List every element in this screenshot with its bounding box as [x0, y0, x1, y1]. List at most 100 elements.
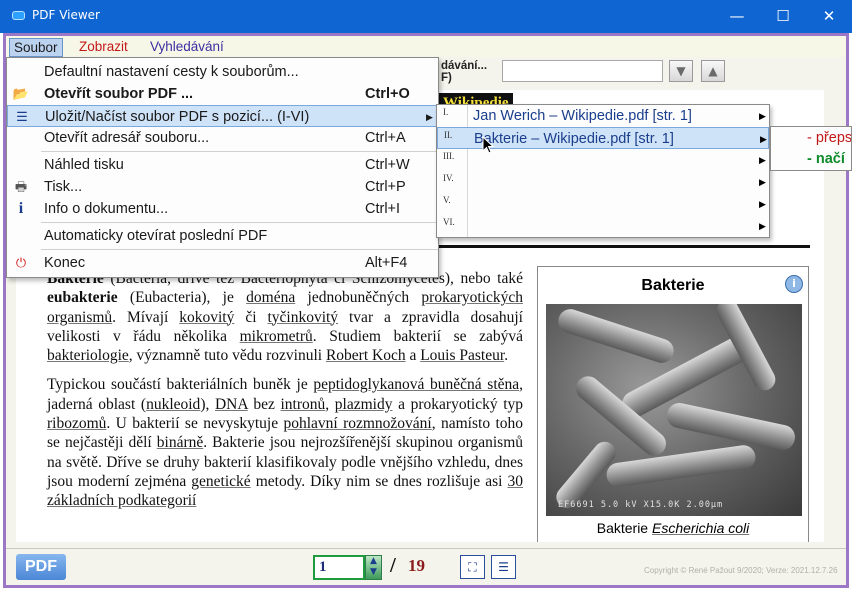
maximize-button[interactable]: ☐	[760, 0, 806, 33]
menu-item-shortcut: Ctrl+A	[365, 130, 406, 146]
link-louis-pasteur[interactable]: Louis Pasteur	[420, 347, 504, 364]
text: metody. Díky nim se dnes rozlišuje asi	[250, 472, 508, 490]
slot-label: Bakterie – Wikipedie.pdf [str. 1]	[474, 131, 674, 147]
user-list-icon[interactable]: ☰	[491, 555, 516, 579]
submenu-arrow-icon: ▶	[759, 155, 766, 165]
fit-page-icon[interactable]: ⛶	[460, 555, 485, 579]
paragraph-1: Bakterie (Bacteria, dříve též Bacterioph…	[47, 269, 523, 365]
link-escherichia-coli[interactable]: Escherichia coli	[652, 520, 749, 536]
menu-item-print-preview[interactable]: Náhled tisku Ctrl+W	[7, 154, 438, 176]
search-label-line1: dávání...	[441, 60, 488, 72]
menu-soubor[interactable]: Soubor	[9, 38, 63, 57]
link-domena[interactable]: doména	[246, 289, 295, 306]
image-scale-text: EF6691 5.0 kV X15.0K 2.00µm	[558, 500, 724, 510]
slot-label: Jan Werich – Wikipedie.pdf [str. 1]	[473, 108, 692, 124]
text: (Eubacteria), je	[117, 289, 247, 307]
text: ),	[200, 395, 215, 413]
soubor-dropdown: Defaultní nastavení cesty k souborům... …	[6, 57, 439, 278]
slot-item-1[interactable]: I. Jan Werich – Wikipedie.pdf [str. 1] ▶	[437, 105, 769, 127]
search-input[interactable]	[502, 60, 663, 82]
menu-item-default-path[interactable]: Defaultní nastavení cesty k souborům...	[7, 61, 438, 83]
slot-overwrite-item[interactable]: - přeps	[807, 130, 851, 146]
caption-text: Bakterie	[596, 520, 652, 536]
pdf-viewer-window: PDF Viewer — ☐ ✕ Soubor Zobrazit Vyhledá…	[0, 0, 852, 591]
link-pohlavni-rozmnozovani[interactable]: pohlavní rozmnožování	[283, 415, 431, 432]
menu-item-open-pdf[interactable]: 📂 Otevřít soubor PDF ... Ctrl+O	[7, 83, 438, 105]
text: . Studiem bakterií se zabývá	[312, 327, 523, 345]
menu-separator	[41, 222, 438, 223]
slot-item-4[interactable]: IV. ▶	[437, 171, 769, 193]
menu-item-save-load-position[interactable]: ☰ Uložit/Načíst soubor PDF s pozicí... (…	[7, 105, 438, 127]
menu-item-auto-open-last[interactable]: Automaticky otevírat poslední PDF	[7, 225, 438, 247]
copyright: Copyright © René Pažout 9/2020; Verze: 2…	[644, 566, 838, 575]
app-icon	[12, 11, 25, 20]
search-label-line2: F)	[441, 72, 452, 84]
slot-number: III.	[443, 151, 455, 161]
menu-item-label: Náhled tisku	[44, 157, 124, 173]
term-eubakterie: eubakterie	[47, 289, 118, 307]
link-organismus[interactable]: organismů	[47, 309, 112, 326]
menu-vyhledavani[interactable]: Vyhledávání	[146, 38, 228, 57]
link-tycinkovity[interactable]: tyčinkovitý	[267, 309, 338, 326]
text: a prokaryotický typ	[392, 395, 524, 413]
page-number-input[interactable]: 1	[313, 555, 365, 580]
link-dna[interactable]: DNA	[215, 396, 248, 413]
chevron-down-icon[interactable]: ▼	[366, 567, 381, 578]
document-body: Bakterie (Bacteria, dříve též Bacterioph…	[47, 269, 523, 521]
slot-number: II.	[444, 130, 453, 140]
slots-submenu: I. Jan Werich – Wikipedie.pdf [str. 1] ▶…	[436, 104, 770, 238]
text: . U bakterií se nevyskytuje	[106, 415, 284, 433]
menu-item-label: Tisk...	[44, 179, 83, 195]
menu-item-shortcut: Ctrl+I	[365, 201, 401, 217]
menu-item-shortcut: Ctrl+W	[365, 157, 410, 173]
slot-item-5[interactable]: V. ▶	[437, 193, 769, 215]
chevron-up-icon[interactable]: ▲	[366, 556, 381, 567]
menu-item-document-info[interactable]: i Info o dokumentu... Ctrl+I	[7, 198, 438, 220]
menu-item-print[interactable]: 🖶 Tisk... Ctrl+P	[7, 176, 438, 198]
menu-separator	[41, 151, 438, 152]
infobox-caption: Bakterie Escherichia coli	[538, 520, 808, 536]
link-mikrometr[interactable]: mikrometrů	[240, 328, 313, 345]
link-ribozom[interactable]: ribozomů	[47, 415, 106, 432]
link-binarne[interactable]: binárně	[157, 434, 203, 451]
page-spinner[interactable]: ▲ ▼	[365, 555, 382, 580]
menu-item-label: Otevřít soubor PDF ...	[44, 86, 194, 102]
submenu-arrow-icon: ▶	[759, 199, 766, 209]
page-separator: /	[390, 553, 396, 577]
link-robert-koch[interactable]: Robert Koch	[326, 347, 406, 364]
close-button[interactable]: ✕	[806, 0, 852, 33]
menu-item-label: Konec	[44, 255, 86, 271]
link-geneticke[interactable]: genetické	[191, 473, 250, 490]
slot-number: IV.	[443, 173, 454, 183]
menu-item-exit[interactable]: ⏻ Konec Alt+F4	[7, 252, 438, 274]
slot-load-item[interactable]: - načí	[807, 151, 845, 167]
link-prokaryoticky[interactable]: prokaryotických	[421, 289, 523, 306]
menu-bar: Soubor Zobrazit Vyhledávání	[6, 36, 846, 57]
search-prev-button[interactable]: ▲	[701, 60, 725, 82]
link-plazmid[interactable]: plazmidy	[335, 396, 393, 413]
menu-zobrazit[interactable]: Zobrazit	[75, 38, 132, 57]
window-title: PDF Viewer	[32, 8, 100, 22]
link-intron[interactable]: intronů	[281, 396, 326, 413]
slot-item-6[interactable]: VI. ▶	[437, 215, 769, 237]
link-kokovity[interactable]: kokovitý	[179, 309, 234, 326]
text: či	[234, 308, 268, 326]
power-icon: ⏻	[15, 255, 27, 270]
text: jednobuněčných	[295, 289, 422, 307]
link-bakteriologie[interactable]: bakteriologie	[47, 347, 129, 364]
slot-number: I.	[443, 107, 449, 117]
text: a	[405, 347, 421, 365]
menu-item-open-folder[interactable]: Otevřít adresář souboru... Ctrl+A	[7, 127, 438, 149]
folder-open-icon: 📂	[12, 86, 30, 101]
status-bar: PDF 1 ▲ ▼ / 19 ⛶ ☰ Copyright © René Pažo…	[6, 548, 846, 585]
bacteria-image[interactable]: EF6691 5.0 kV X15.0K 2.00µm	[546, 304, 802, 516]
slot-number: VI.	[443, 217, 455, 227]
link-nukleoid[interactable]: nukleoid	[146, 396, 200, 413]
text: ,	[325, 395, 335, 413]
info-icon[interactable]: i	[785, 275, 803, 293]
minimize-button[interactable]: —	[714, 0, 760, 33]
link-bunecna-stena[interactable]: peptidoglykanová buněčná stěna	[313, 376, 519, 393]
search-label: dávání... F)	[441, 60, 487, 84]
slot-action-submenu: - přeps - načí	[770, 126, 852, 171]
search-next-button[interactable]: ▼	[669, 60, 693, 82]
